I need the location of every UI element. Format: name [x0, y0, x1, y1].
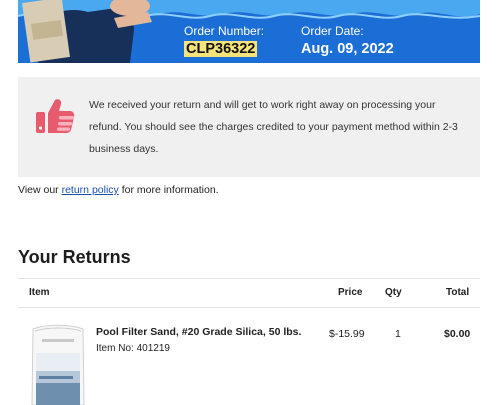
table-row: Pool Filter Sand, #20 Grade Silica, 50 l…	[18, 306, 480, 405]
notice-message: We received your return and will get to …	[89, 99, 458, 155]
item-price: $-15.99	[329, 328, 365, 340]
return-notice-box: We received your return and will get to …	[18, 77, 480, 177]
order-return-email: Order Number: CLP36322 Order Date: Aug. …	[0, 0, 500, 405]
order-number-block: Order Number: CLP36322	[184, 24, 264, 59]
order-date-block: Order Date: Aug. 09, 2022	[301, 24, 394, 59]
thumbs-up-icon	[36, 99, 75, 133]
column-header-price: Price	[338, 287, 363, 298]
order-number-value: CLP36322	[184, 41, 258, 57]
policy-suffix: for more information.	[121, 184, 219, 196]
order-number-label: Order Number:	[184, 24, 265, 38]
item-total: $0.00	[444, 328, 471, 340]
order-date-label: Order Date:	[301, 24, 364, 38]
column-header-total: Total	[446, 287, 470, 298]
column-header-item: Item	[29, 287, 50, 298]
pool-sand-bag-image	[31, 324, 85, 405]
return-policy-link[interactable]: return policy	[62, 184, 119, 196]
returns-table-header: Item Price Qty Total	[18, 278, 480, 308]
return-policy-line: View our return policy for more informat…	[18, 184, 219, 196]
column-header-qty: Qty	[385, 287, 402, 298]
order-header-banner: Order Number: CLP36322 Order Date: Aug. …	[18, 0, 480, 63]
your-returns-heading: Your Returns	[18, 247, 131, 267]
item-name: Pool Filter Sand, #20 Grade Silica, 50 l…	[96, 326, 302, 338]
item-number: Item No: 401219	[96, 343, 170, 354]
item-qty: 1	[395, 328, 401, 340]
order-date-value: Aug. 09, 2022	[301, 41, 394, 57]
person-holding-box-image	[22, 0, 152, 63]
policy-prefix: View our	[18, 184, 59, 196]
